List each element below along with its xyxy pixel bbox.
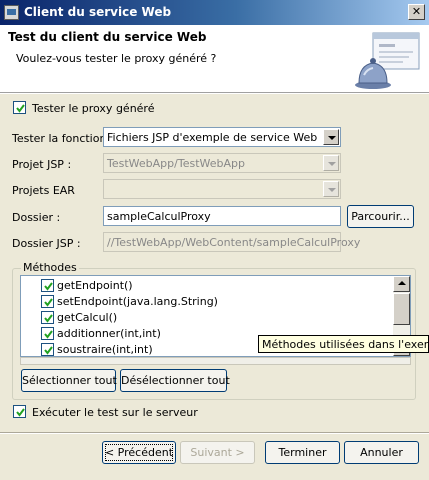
window-app-icon [4,5,19,20]
checkmark-icon [16,408,25,417]
test-proxy-checkbox[interactable] [13,101,26,114]
list-item[interactable]: getCalcul() [21,310,391,326]
run-on-server-label: Exécuter le test sur le serveur [32,406,198,419]
select-all-button[interactable]: Sélectionner tout [21,369,117,392]
method-label: getEndpoint() [57,279,133,292]
checkmark-icon [44,282,53,291]
jsp-project-label: Projet JSP : [12,158,72,171]
method-checkbox[interactable] [41,343,54,356]
checkmark-icon [16,104,25,113]
test-function-combo[interactable]: Fichiers JSP d'exemple de service Web [103,127,341,147]
ear-projects-label: Projets EAR [12,184,75,197]
methods-legend: Méthodes [21,261,79,274]
deselect-all-button[interactable]: Désélectionner tout [120,369,230,392]
browse-button[interactable]: Parcourir... [347,205,414,228]
method-label: additionner(int,int) [57,327,161,340]
method-checkbox[interactable] [41,279,54,292]
methods-horizontal-scrollbar[interactable] [20,357,411,365]
test-function-label: Tester la fonction [12,132,107,145]
test-proxy-label: Tester le proxy généré [32,102,155,115]
chevron-down-icon[interactable] [323,129,339,145]
jsp-folder-label: Dossier JSP : [12,237,81,250]
window-title: Client du service Web [24,5,172,19]
ear-projects-combo [103,179,341,199]
cancel-button[interactable]: Annuler [344,441,419,464]
checkmark-icon [44,346,53,355]
jsp-folder-input: //TestWebApp/WebContent/sampleCalculProx… [103,232,360,252]
checkmark-icon [44,330,53,339]
method-checkbox[interactable] [41,311,54,324]
page-title: Test du client du service Web [8,30,207,44]
wizard-header: Test du client du service Web Voulez-vou… [0,25,429,93]
scroll-up-arrow-icon[interactable] [393,276,410,292]
checkmark-icon [44,298,53,307]
jsp-folder-value: //TestWebApp/WebContent/sampleCalculProx… [107,236,361,249]
list-item[interactable]: getEndpoint() [21,278,391,294]
jsp-project-combo: TestWebApp/TestWebApp [103,153,341,173]
page-subtitle: Voulez-vous tester le proxy généré ? [16,52,217,65]
next-button: Suivant > [180,441,255,464]
folder-value: sampleCalculProxy [107,210,211,223]
back-button[interactable]: < Précédent [102,441,176,464]
method-label: setEndpoint(java.lang.String) [57,295,218,308]
list-item[interactable]: setEndpoint(java.lang.String) [21,294,391,310]
footer-separator [0,432,429,434]
folder-input[interactable]: sampleCalculProxy [103,206,341,226]
title-bar: Client du service Web ✕ [0,0,429,25]
header-separator [0,93,429,94]
chevron-down-icon [323,181,339,197]
jsp-project-value: TestWebApp/TestWebApp [107,157,245,170]
close-button[interactable]: ✕ [408,4,425,20]
webservice-bell-banner-icon [355,32,420,89]
method-label: soustraire(int,int) [57,343,153,356]
checkmark-icon [44,314,53,323]
method-checkbox[interactable] [41,327,54,340]
method-checkbox[interactable] [41,295,54,308]
test-function-value: Fichiers JSP d'exemple de service Web [107,131,318,144]
finish-button[interactable]: Terminer [265,441,340,464]
scroll-thumb[interactable] [393,293,410,325]
folder-label: Dossier : [12,211,61,224]
run-on-server-checkbox[interactable] [13,405,26,418]
method-label: getCalcul() [57,311,118,324]
methods-tooltip: Méthodes utilisées dans l'exemple. [258,335,429,353]
chevron-down-icon [323,155,339,171]
